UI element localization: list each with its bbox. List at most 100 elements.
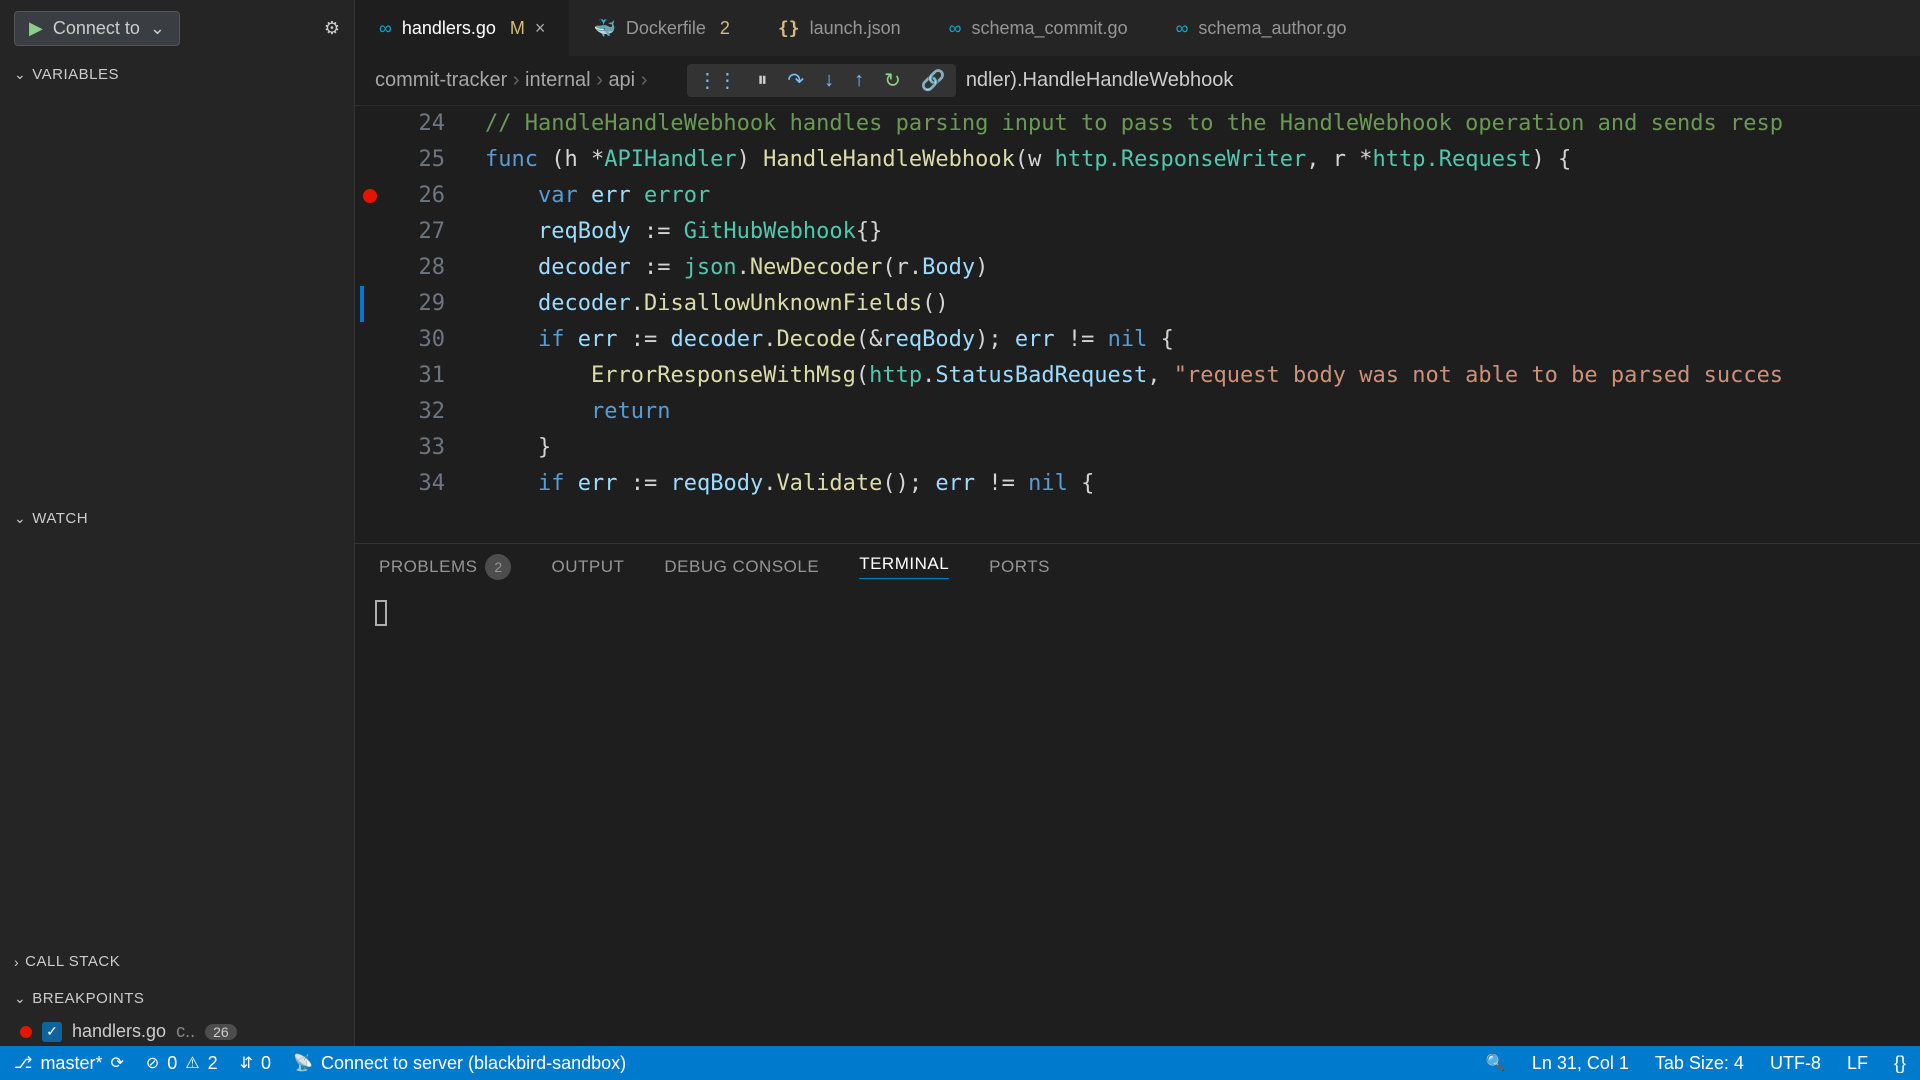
code-area[interactable]: // HandleHandleWebhook handles parsing i…	[475, 106, 1783, 543]
watch-panel: ⌄ WATCH	[0, 500, 354, 944]
breakpoint-row[interactable]: ✓ handlers.go c.. 26	[0, 1017, 354, 1046]
branch-name: master*	[40, 1053, 102, 1074]
watch-title: WATCH	[32, 510, 88, 527]
tab-label: Dockerfile	[626, 18, 706, 39]
code-line[interactable]: if err := decoder.Decode(&reqBody); err …	[485, 322, 1783, 358]
code-line[interactable]: var err error	[485, 178, 1783, 214]
code-line[interactable]: func (h *APIHandler) HandleHandleWebhook…	[485, 142, 1783, 178]
tab-terminal[interactable]: TERMINAL	[859, 554, 949, 579]
debug-launch-bar: ▶ Connect to ⌄ ⚙	[0, 0, 354, 56]
branch-icon: ⎇	[14, 1053, 32, 1073]
breakpoints-panel: ⌄ BREAKPOINTS ✓ handlers.go c.. 26	[0, 980, 354, 1046]
status-tab-size[interactable]: Tab Size: 4	[1655, 1053, 1744, 1074]
breadcrumb-bar: commit-tracker › internal › api › ⋮⋮ ⏸ ↷…	[355, 56, 1920, 106]
editor-tab-schema_commit-go[interactable]: schema_commit.go	[925, 0, 1152, 56]
code-line[interactable]: // HandleHandleWebhook handles parsing i…	[485, 106, 1783, 142]
chevron-down-icon: ⌄	[14, 510, 26, 527]
status-language[interactable]: {}	[1894, 1053, 1906, 1074]
tab-ports[interactable]: PORTS	[989, 557, 1050, 577]
close-icon[interactable]: ×	[535, 18, 546, 39]
code-line[interactable]: if err := reqBody.Validate(); err != nil…	[485, 466, 1783, 502]
code-line[interactable]: return	[485, 394, 1783, 430]
json-file-icon	[778, 18, 800, 39]
breakpoint-gutter[interactable]	[355, 106, 385, 543]
breadcrumb-symbol[interactable]: ndler).HandleHandleWebhook	[966, 69, 1234, 92]
ports-count: 0	[261, 1053, 271, 1074]
tab-label: handlers.go	[402, 18, 496, 39]
terminal-cursor	[375, 600, 387, 626]
code-line[interactable]: }	[485, 430, 1783, 466]
ports-label: PORTS	[989, 557, 1050, 577]
warning-icon: ⚠	[185, 1053, 199, 1073]
status-eol[interactable]: LF	[1847, 1053, 1868, 1074]
editor-tab-launch-json[interactable]: launch.json	[754, 0, 925, 56]
breakpoint-detail: c..	[176, 1021, 195, 1042]
crumb-part[interactable]: internal	[525, 69, 591, 91]
tab-debug-console[interactable]: DEBUG CONSOLE	[664, 557, 819, 577]
sync-icon[interactable]: ⟳	[110, 1053, 123, 1073]
breakpoint-line: 26	[205, 1024, 237, 1040]
tab-output[interactable]: OUTPUT	[551, 557, 624, 577]
debug-console-label: DEBUG CONSOLE	[664, 557, 819, 577]
status-connect[interactable]: 📡 Connect to server (blackbird-sandbox)	[293, 1053, 626, 1074]
problems-badge: 2	[485, 554, 511, 580]
status-ln-col[interactable]: Ln 31, Col 1	[1532, 1053, 1629, 1074]
step-into-icon[interactable]: ↓	[824, 69, 834, 92]
variables-title: VARIABLES	[32, 66, 119, 83]
callstack-title: CALL STACK	[25, 953, 120, 970]
code-line[interactable]: reqBody := GitHubWebhook{}	[485, 214, 1783, 250]
editor-tab-handlers-go[interactable]: handlers.go M ×	[355, 0, 569, 56]
restart-icon[interactable]: ↻	[884, 68, 901, 93]
breadcrumb[interactable]: commit-tracker › internal › api ›	[375, 69, 647, 92]
chevron-down-icon: ⌄	[14, 66, 26, 83]
chevron-down-icon: ⌄	[14, 990, 26, 1007]
link-icon[interactable]: 🔗	[921, 68, 946, 93]
editor-tab-dockerfile[interactable]: Dockerfile 2	[569, 0, 753, 56]
step-out-icon[interactable]: ↑	[854, 69, 864, 92]
tab-label: schema_commit.go	[972, 18, 1128, 39]
debug-toolbar: ⋮⋮ ⏸ ↷ ↓ ↑ ↻ 🔗	[687, 64, 955, 97]
callstack-panel: › CALL STACK	[0, 943, 354, 980]
breakpoint-checkbox[interactable]: ✓	[42, 1022, 62, 1042]
status-ports[interactable]: ⇵ 0	[240, 1053, 271, 1074]
crumb-part[interactable]: commit-tracker	[375, 69, 507, 91]
grip-icon[interactable]: ⋮⋮	[697, 68, 737, 93]
breakpoint-dot-icon	[20, 1026, 32, 1038]
code-line[interactable]: decoder.DisallowUnknownFields()	[485, 286, 1783, 322]
docker-file-icon	[593, 18, 615, 39]
go-file-icon	[379, 18, 392, 39]
pause-icon[interactable]: ⏸	[757, 69, 767, 92]
callstack-header[interactable]: › CALL STACK	[0, 943, 354, 980]
output-label: OUTPUT	[551, 557, 624, 577]
tab-modifier: 2	[720, 18, 730, 39]
gear-icon[interactable]: ⚙	[324, 18, 340, 39]
tab-problems[interactable]: PROBLEMS 2	[379, 554, 511, 580]
error-count: 0	[167, 1053, 177, 1074]
status-bar: ⎇ master* ⟳ ⊘ 0 ⚠ 2 ⇵ 0 📡 Connect to ser…	[0, 1046, 1920, 1080]
panel-tabs: PROBLEMS 2 OUTPUT DEBUG CONSOLE TERMINAL…	[355, 543, 1920, 590]
status-problems[interactable]: ⊘ 0 ⚠ 2	[146, 1053, 218, 1074]
go-file-icon	[949, 18, 962, 39]
tab-label: launch.json	[810, 18, 901, 39]
terminal-label: TERMINAL	[859, 554, 949, 574]
zoom-icon[interactable]: 🔍	[1486, 1053, 1506, 1073]
breakpoint-dot-icon[interactable]	[363, 189, 377, 203]
tab-label: schema_author.go	[1198, 18, 1346, 39]
terminal-body[interactable]	[355, 590, 1920, 1047]
workarea: handlers.go M × Dockerfile 2 launch.json…	[355, 0, 1920, 1046]
status-branch[interactable]: ⎇ master* ⟳	[14, 1053, 124, 1074]
status-encoding[interactable]: UTF-8	[1770, 1053, 1821, 1074]
variables-panel: ⌄ VARIABLES	[0, 56, 354, 500]
connect-label: Connect to server (blackbird-sandbox)	[321, 1053, 626, 1074]
variables-header[interactable]: ⌄ VARIABLES	[0, 56, 354, 93]
crumb-part[interactable]: api	[608, 69, 635, 91]
debug-sidebar: ▶ Connect to ⌄ ⚙ ⌄ VARIABLES ⌄ WATCH › C…	[0, 0, 355, 1046]
breakpoints-header[interactable]: ⌄ BREAKPOINTS	[0, 980, 354, 1017]
step-over-icon[interactable]: ↷	[787, 68, 804, 93]
start-debug-button[interactable]: ▶ Connect to ⌄	[14, 11, 180, 46]
editor-tab-schema_author-go[interactable]: schema_author.go	[1152, 0, 1371, 56]
watch-header[interactable]: ⌄ WATCH	[0, 500, 354, 537]
code-line[interactable]: decoder := json.NewDecoder(r.Body)	[485, 250, 1783, 286]
code-line[interactable]: ErrorResponseWithMsg(http.StatusBadReque…	[485, 358, 1783, 394]
code-editor[interactable]: 2425262728293031323334 // HandleHandleWe…	[355, 106, 1920, 543]
